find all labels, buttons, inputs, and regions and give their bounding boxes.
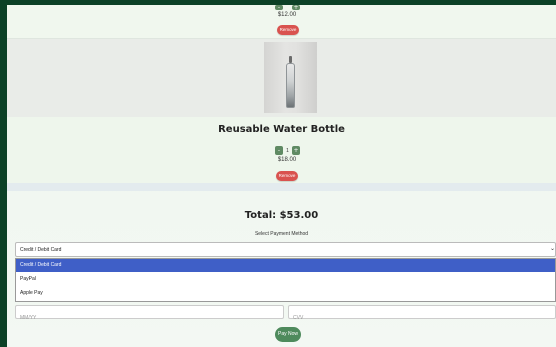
remove-button[interactable]: Remove [277,25,299,35]
cart-total: Total: $53.00 [244,210,319,221]
option-paypal[interactable]: PayPal [16,273,555,286]
water-bottle-icon [286,56,295,108]
decrement-button[interactable]: - [275,5,283,11]
payment-method-label: Select Payment Method [254,231,309,237]
chevron-down-icon: ⌄ [549,245,555,252]
increment-button[interactable]: + [292,146,300,155]
pay-now-button[interactable]: Pay Now [275,327,301,342]
section-divider [7,183,556,191]
option-apple-pay[interactable]: Apple Pay [16,287,555,300]
item-price: $12.00 [277,12,297,18]
remove-button[interactable]: Remove [276,171,298,181]
selected-payment-method: Credit / Debit Card [20,247,62,253]
quantity-stepper: - 1 + [275,146,300,155]
item-price: $18.00 [277,157,297,163]
payment-method-dropdown: Credit / Debit Card PayPal Apple Pay [15,258,556,302]
quantity-stepper: - + [275,5,300,11]
payment-method-select[interactable]: Credit / Debit Card ⌄ [15,242,556,257]
option-credit-debit-card[interactable]: Credit / Debit Card [16,259,555,272]
expiry-input[interactable] [16,312,283,324]
cvv-input[interactable] [289,312,555,324]
cart-page: - + $12.00 Remove Reusable Water Bottle … [7,5,556,347]
product-image [264,42,317,113]
cart-item: - + $12.00 Remove [7,5,556,39]
increment-button[interactable]: + [292,5,300,11]
decrement-button[interactable]: - [275,146,283,155]
expiry-field[interactable] [15,305,284,324]
quantity-value: 1 [286,147,289,154]
cvv-field[interactable] [288,305,556,324]
product-title: Reusable Water Bottle [218,124,345,135]
